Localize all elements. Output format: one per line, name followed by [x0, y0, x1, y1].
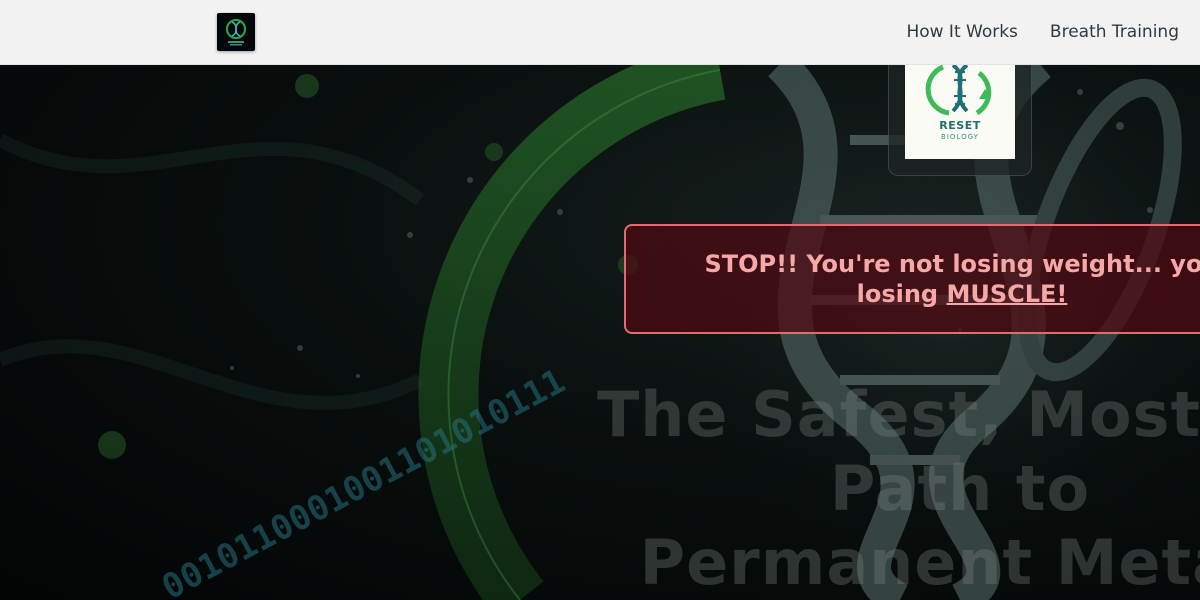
- nav-links: How It Works Breath Training: [906, 0, 1179, 64]
- alert-line-2: losing MUSCLE!: [626, 280, 1200, 308]
- reset-biology-dna-icon: [925, 63, 992, 116]
- nav-link-how-it-works[interactable]: How It Works: [906, 22, 1017, 42]
- headline-line-3: Permanent Metab: [639, 526, 1200, 599]
- alert-line-2-prefix: losing: [856, 280, 947, 308]
- headline-line-2: Path to: [829, 452, 1091, 525]
- hero-headline: The Safest, Most Eff Path to Permanent M…: [480, 378, 1200, 600]
- page: 0010110001001101010111 How It Works Brea…: [0, 0, 1200, 600]
- nav-link-breath-training[interactable]: Breath Training: [1050, 22, 1179, 42]
- dna-logo-icon: [226, 19, 246, 46]
- brand-name-line-1: RESET: [939, 119, 981, 132]
- alert-line-1: STOP!! You're not losing weight... you: [704, 250, 1200, 278]
- headline-line-1: The Safest, Most Eff: [597, 378, 1200, 451]
- brand-badge: RESET BIOLOGY: [905, 59, 1015, 159]
- alert-emphasis: MUSCLE!: [946, 280, 1068, 308]
- top-navbar: How It Works Breath Training: [0, 0, 1200, 65]
- brand-name-line-2: BIOLOGY: [941, 133, 979, 141]
- muscle-loss-alert: STOP!! You're not losing weight... you l…: [624, 224, 1200, 334]
- nav-logo[interactable]: [217, 13, 255, 51]
